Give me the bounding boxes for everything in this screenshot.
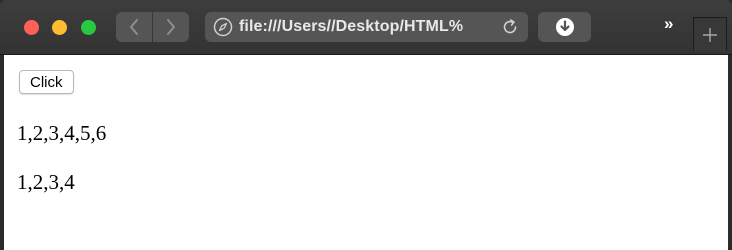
click-button[interactable]: Click	[19, 70, 74, 94]
page-content: Click 1,2,3,4,5,6 1,2,3,4	[4, 55, 728, 250]
minimize-window-button[interactable]	[52, 20, 67, 35]
address-bar[interactable]: file:///Users//Desktop/HTML%	[205, 12, 528, 42]
downloads-button[interactable]	[538, 12, 591, 42]
forward-button[interactable]	[153, 12, 189, 42]
browser-window: file:///Users//Desktop/HTML% » Click 1,2…	[0, 0, 732, 250]
zoom-window-button[interactable]	[81, 20, 96, 35]
address-url-text: file:///Users//Desktop/HTML%	[239, 18, 464, 35]
new-tab-button[interactable]	[693, 17, 727, 51]
close-window-button[interactable]	[24, 20, 39, 35]
plus-icon	[703, 27, 717, 42]
back-button[interactable]	[116, 12, 152, 42]
reload-icon[interactable]	[500, 17, 520, 37]
output-line-2: 1,2,3,4	[17, 170, 75, 194]
back-chevron-icon	[130, 19, 138, 35]
forward-chevron-icon	[167, 19, 175, 35]
browser-toolbar: file:///Users//Desktop/HTML% »	[0, 0, 732, 55]
output-line-1: 1,2,3,4,5,6	[17, 121, 107, 145]
compass-icon	[213, 17, 233, 37]
toolbar-overflow-button[interactable]: »	[664, 14, 674, 34]
download-icon	[555, 18, 574, 36]
